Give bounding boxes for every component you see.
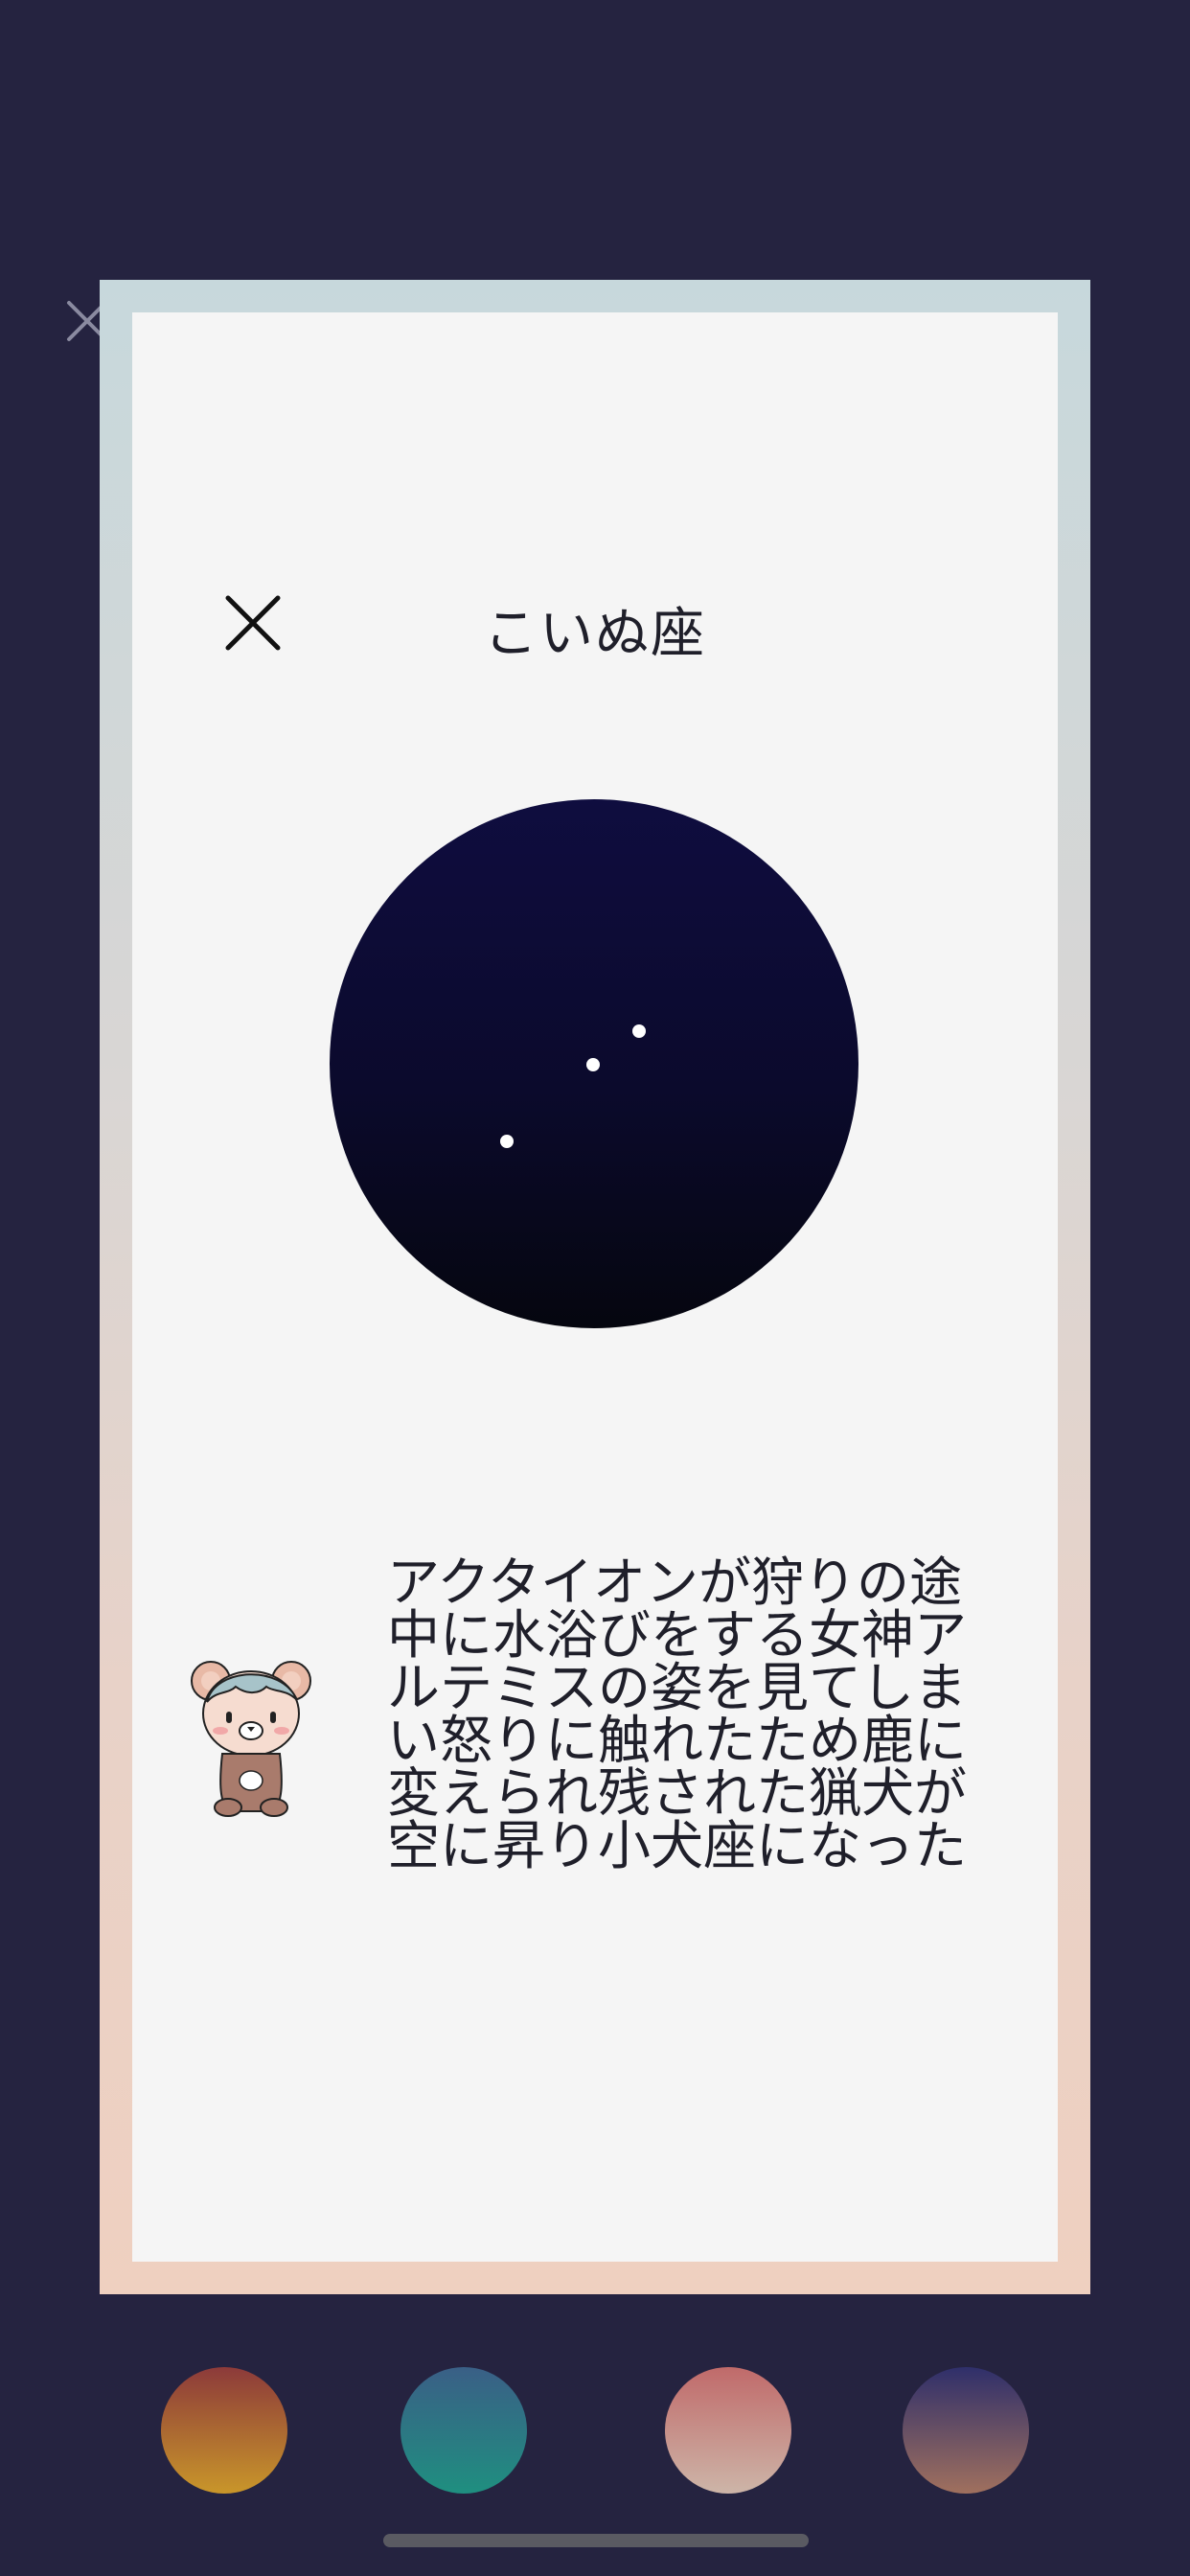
color-swatch-ocean[interactable] bbox=[400, 2367, 527, 2494]
story-line: 中に水浴びをする女神ア bbox=[387, 1604, 968, 1666]
color-swatch-blush[interactable] bbox=[665, 2367, 791, 2494]
color-swatch-sunset[interactable] bbox=[161, 2367, 287, 2494]
card-content: こいぬ座 アクタイオンが狩りの途 中に水浴びをする女神ア ルテミスの姿を見てしま… bbox=[132, 312, 1058, 2262]
bear-character-icon bbox=[191, 1661, 311, 1817]
constellation-title: こいぬ座 bbox=[484, 603, 706, 665]
story-line: 空に昇り小犬座になった bbox=[387, 1815, 968, 1876]
story-line: ルテミスの姿を見てしま bbox=[387, 1657, 968, 1718]
home-indicator[interactable] bbox=[383, 2534, 809, 2547]
story-line: アクタイオンが狩りの途 bbox=[387, 1552, 963, 1613]
constellation-story: アクタイオンが狩りの途 中に水浴びをする女神ア ルテミスの姿を見てしま い怒りに… bbox=[387, 1556, 972, 1873]
star bbox=[500, 1135, 514, 1148]
constellation-card: こいぬ座 アクタイオンが狩りの途 中に水浴びをする女神ア ルテミスの姿を見てしま… bbox=[100, 280, 1090, 2294]
story-line: 変えられ残された猟犬が bbox=[387, 1762, 968, 1824]
story-line: い怒りに触れたため鹿に bbox=[387, 1710, 968, 1771]
star bbox=[586, 1058, 600, 1071]
constellation-sky bbox=[330, 799, 858, 1328]
color-swatch-dusk[interactable] bbox=[903, 2367, 1029, 2494]
screen: こいぬ座 アクタイオンが狩りの途 中に水浴びをする女神ア ルテミスの姿を見てしま… bbox=[0, 0, 1190, 2576]
star bbox=[632, 1024, 646, 1038]
